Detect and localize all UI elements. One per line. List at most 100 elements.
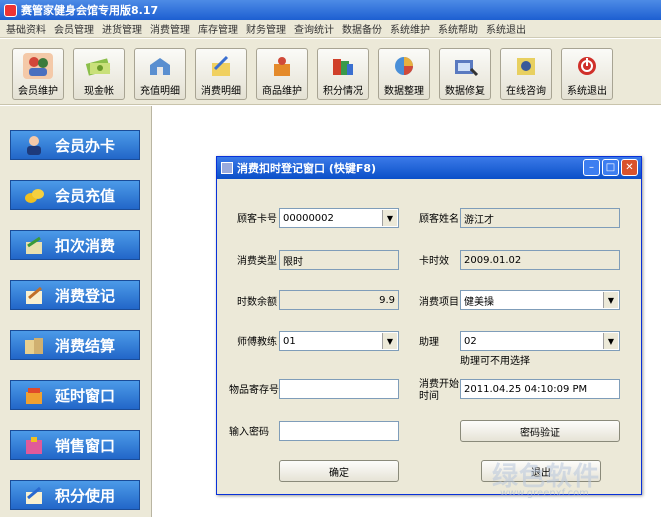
repair-icon <box>450 53 480 79</box>
recharge-icon <box>145 53 175 79</box>
chevron-down-icon[interactable]: ▼ <box>603 333 618 349</box>
deposit-input[interactable] <box>279 379 399 399</box>
chevron-down-icon[interactable]: ▼ <box>603 292 618 308</box>
menu-maintenance[interactable]: 系统维护 <box>386 21 434 36</box>
toolbar-recharge-label: 充值明细 <box>140 86 180 97</box>
dialog-title-bar[interactable]: 消费扣时登记窗口 (快键F8) <box>217 157 641 179</box>
verify-password-label: 密码验证 <box>520 427 560 439</box>
sidebar-item-recharge[interactable]: 会员充值 <box>10 180 140 210</box>
toolbar-members-label: 会员维护 <box>18 86 58 97</box>
assistant-combo[interactable]: 02 ▼ <box>460 331 620 351</box>
exit-button[interactable]: 退出 <box>481 460 601 482</box>
sidebar-item-deduct[interactable]: 扣次消费 <box>10 230 140 260</box>
menu-statistics[interactable]: 查询统计 <box>290 21 338 36</box>
expire-value: 2009.01.02 <box>464 254 522 266</box>
cash-icon <box>84 53 114 79</box>
toolbar-repair-button[interactable]: 数据修复 <box>439 48 491 100</box>
sidebar-item-label: 延时窗口 <box>55 386 116 405</box>
item-combo[interactable]: 健美操 ▼ <box>460 290 620 310</box>
deduct-icon <box>21 234 47 256</box>
toolbar-online-label: 在线咨询 <box>506 86 546 97</box>
sidebar-item-label: 消费结算 <box>55 336 116 355</box>
maximize-button[interactable]: □ <box>602 159 619 176</box>
menu-members[interactable]: 会员管理 <box>50 21 98 36</box>
ok-button[interactable]: 确定 <box>279 460 399 482</box>
toolbar-data-button[interactable]: 数据整理 <box>378 48 430 100</box>
toolbar-recharge-button[interactable]: 充值明细 <box>134 48 186 100</box>
coach-value: 01 <box>283 335 296 347</box>
sidebar-item-settle[interactable]: 消费结算 <box>10 330 140 360</box>
toolbar-cash-button[interactable]: 现金帐 <box>73 48 125 100</box>
balance-label: 时数余额 <box>237 297 277 308</box>
sidebar-item-sales[interactable]: 销售窗口 <box>10 430 140 460</box>
sidebar-item-register[interactable]: 消费登记 <box>10 280 140 310</box>
coach-combo[interactable]: 01 ▼ <box>279 331 399 351</box>
toolbar-repair-label: 数据修复 <box>445 86 485 97</box>
menu-backup[interactable]: 数据备份 <box>338 21 386 36</box>
toolbar-data-label: 数据整理 <box>384 86 424 97</box>
menu-help[interactable]: 系统帮助 <box>434 21 482 36</box>
toolbar-members-button[interactable]: 会员维护 <box>12 48 64 100</box>
type-label: 消费类型 <box>237 256 277 267</box>
app-icon <box>4 3 17 17</box>
close-button[interactable]: ✕ <box>621 159 638 176</box>
sidebar-item-label: 会员充值 <box>55 186 116 205</box>
chevron-down-icon[interactable]: ▼ <box>382 333 397 349</box>
type-field: 限时 <box>279 250 399 270</box>
menu-consumption[interactable]: 消费管理 <box>146 21 194 36</box>
menu-exit[interactable]: 系统退出 <box>482 21 530 36</box>
toolbar-exit-label: 系统退出 <box>567 86 607 97</box>
sidebar-item-label: 会员办卡 <box>55 136 116 155</box>
item-label: 消费项目 <box>419 297 459 308</box>
toolbar-points-label: 积分情况 <box>323 86 363 97</box>
data-icon <box>389 53 419 79</box>
member-card-icon <box>21 134 47 156</box>
toolbar-consumption-label: 消费明细 <box>201 86 241 97</box>
deposit-label: 物品寄存号 <box>229 385 279 396</box>
menu-basic[interactable]: 基础资料 <box>2 21 50 36</box>
goods-icon <box>267 53 297 79</box>
menu-bar: 基础资料 会员管理 进货管理 消费管理 库存管理 财务管理 查询统计 数据备份 … <box>0 20 661 38</box>
expire-field: 2009.01.02 <box>460 250 620 270</box>
name-field: 游江才 <box>460 208 620 228</box>
toolbar-online-button[interactable]: 在线咨询 <box>500 48 552 100</box>
sidebar-item-member-card[interactable]: 会员办卡 <box>10 130 140 160</box>
coach-label: 师傅教练 <box>237 337 277 348</box>
name-value: 游江才 <box>464 214 494 226</box>
verify-password-button[interactable]: 密码验证 <box>460 420 620 442</box>
menu-purchase[interactable]: 进货管理 <box>98 21 146 36</box>
expire-label: 卡时效 <box>419 256 449 267</box>
name-label: 顾客姓名 <box>419 214 459 225</box>
assistant-value: 02 <box>464 335 477 347</box>
online-icon <box>511 53 541 79</box>
dialog-icon <box>221 162 233 174</box>
points-use-icon <box>21 484 47 506</box>
card-no-combo[interactable]: 00000002 ▼ <box>279 208 399 228</box>
settle-icon <box>21 334 47 356</box>
consumption-register-dialog: 消费扣时登记窗口 (快键F8) – □ ✕ 顾客卡号 00000002 ▼ 顾客… <box>216 156 642 495</box>
points-icon <box>328 53 358 79</box>
toolbar-points-button[interactable]: 积分情况 <box>317 48 369 100</box>
start-time-field[interactable]: 2011.04.25 04:10:09 PM <box>460 379 620 399</box>
toolbar-exit-button[interactable]: 系统退出 <box>561 48 613 100</box>
delay-icon <box>21 384 47 406</box>
minimize-button[interactable]: – <box>583 159 600 176</box>
balance-value: 9.9 <box>379 294 395 306</box>
start-time-label: 消费开始 时间 <box>419 379 459 403</box>
menu-inventory[interactable]: 库存管理 <box>194 21 242 36</box>
toolbar-consumption-button[interactable]: 消费明细 <box>195 48 247 100</box>
card-no-value: 00000002 <box>283 212 334 224</box>
menu-finance[interactable]: 财务管理 <box>242 21 290 36</box>
ok-label: 确定 <box>329 467 349 479</box>
start-time-label-line2: 时间 <box>419 391 439 402</box>
sales-icon <box>21 434 47 456</box>
toolbar: 会员维护 现金帐 充值明细 消费明细 商品维护 积分情况 数据整理 数据修复 在… <box>0 39 661 105</box>
card-no-label: 顾客卡号 <box>237 214 277 225</box>
toolbar-goods-button[interactable]: 商品维护 <box>256 48 308 100</box>
password-input[interactable] <box>279 421 399 441</box>
toolbar-goods-label: 商品维护 <box>262 86 302 97</box>
chevron-down-icon[interactable]: ▼ <box>382 210 397 226</box>
register-icon <box>21 284 47 306</box>
sidebar-item-delay[interactable]: 延时窗口 <box>10 380 140 410</box>
sidebar-item-points-use[interactable]: 积分使用 <box>10 480 140 510</box>
